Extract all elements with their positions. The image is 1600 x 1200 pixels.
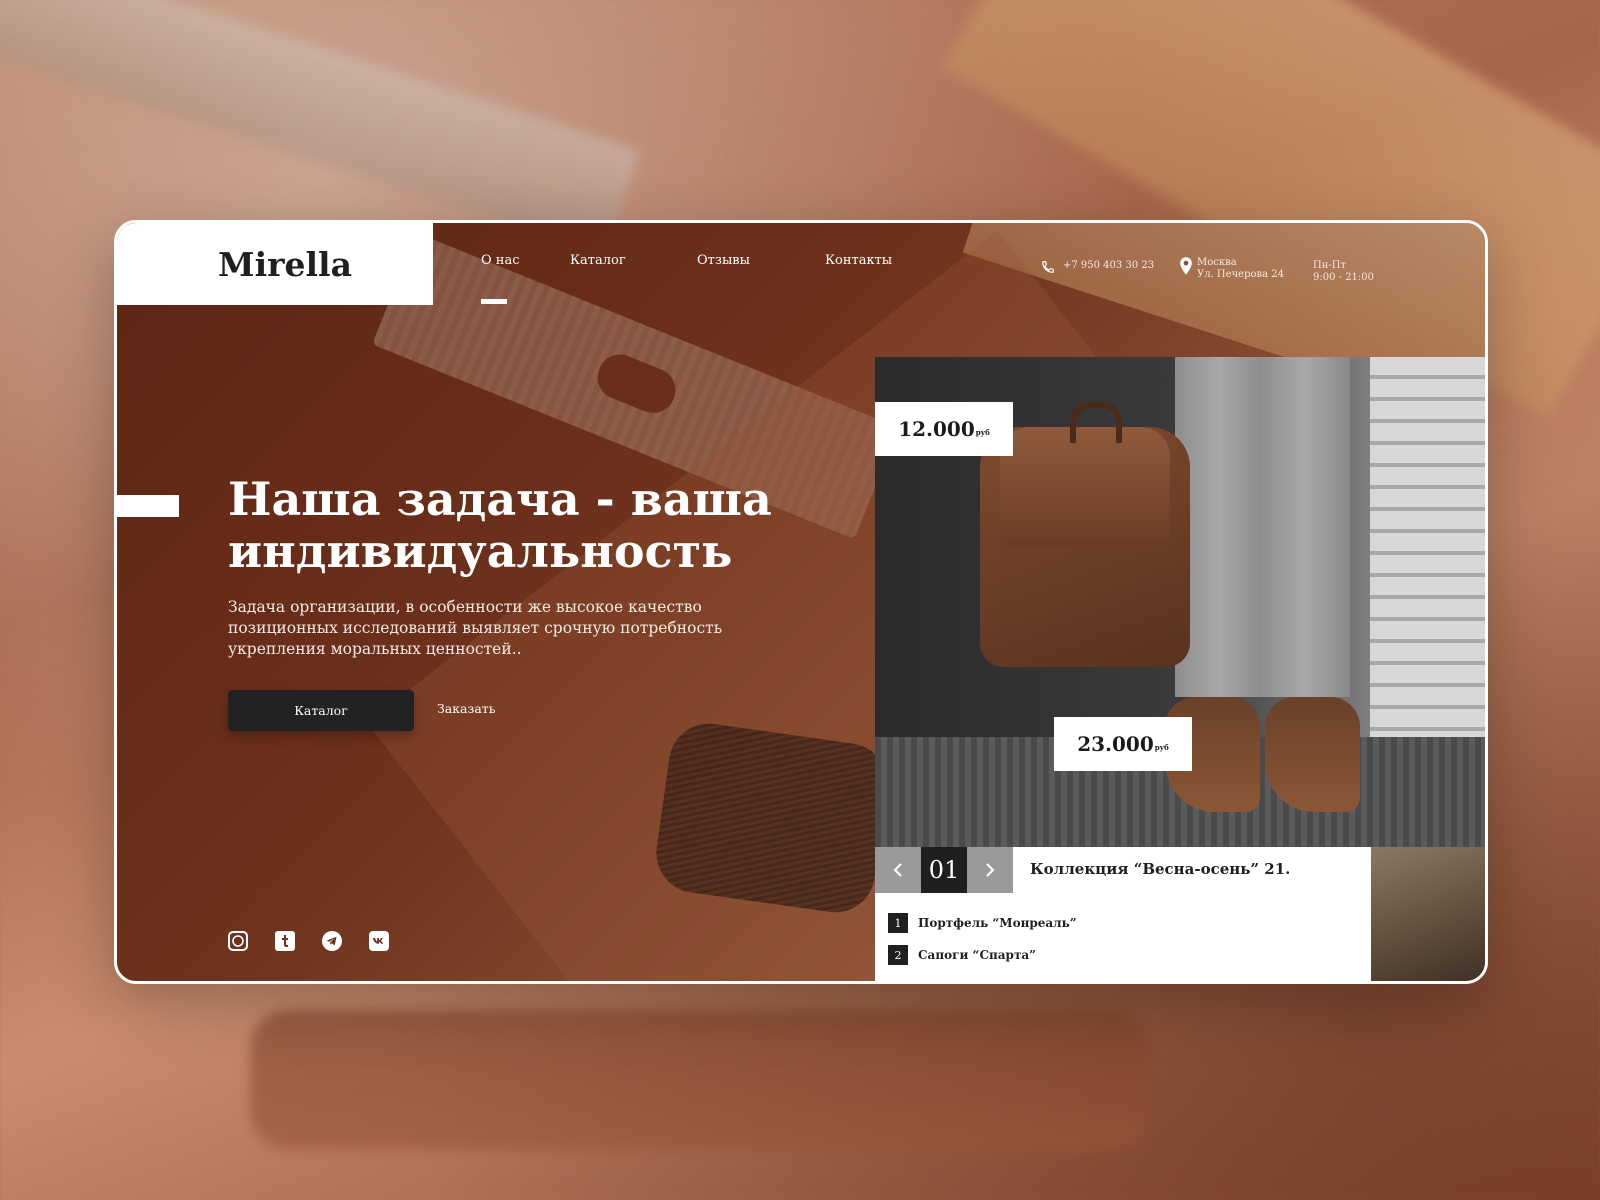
- chevron-left-icon: [893, 863, 902, 877]
- contact-address: Москва Ул. Печерова 24: [1179, 257, 1284, 281]
- contact-hours: Пн-Пт 9:00 - 21:00: [1313, 260, 1374, 284]
- prev-slide-button[interactable]: [875, 847, 921, 893]
- address-city: Москва: [1197, 257, 1237, 268]
- landing-page-frame: Mirella О нас Каталог Отзывы Контакты +7…: [114, 220, 1488, 984]
- logo[interactable]: Mirella: [218, 245, 352, 284]
- thread-spool-decoration: [651, 718, 893, 918]
- list-item-number: 2: [888, 945, 908, 965]
- telegram-icon[interactable]: [322, 931, 342, 951]
- price-tag-boots: 23.000 руб: [1054, 717, 1192, 771]
- list-item[interactable]: 2 Сапоги “Спарта”: [888, 945, 1036, 965]
- nav-item-reviews[interactable]: Отзывы: [697, 253, 750, 268]
- background-leather-bottom: [250, 1010, 1150, 1150]
- headline-line-1: Наша задача - ваша: [228, 472, 772, 526]
- background-ruler: [0, 0, 640, 256]
- list-item-label: Сапоги “Спарта”: [918, 948, 1037, 962]
- side-accent-bar: [117, 495, 179, 517]
- product-panel: 12.000 руб 23.000 руб 01 Коллекция “Весна-…: [875, 357, 1485, 981]
- hours-days: Пн-Пт: [1313, 260, 1347, 271]
- collection-info-box-left: [875, 893, 967, 981]
- location-pin-icon: [1180, 257, 1192, 275]
- contact-phone[interactable]: +7 950 403 30 23: [1041, 260, 1155, 273]
- vk-icon[interactable]: [369, 931, 389, 951]
- nav-item-catalog[interactable]: Каталог: [570, 253, 626, 268]
- headline-line-2: индивидуальность: [228, 524, 733, 578]
- chevron-right-icon: [986, 863, 995, 877]
- nav-active-indicator: [481, 299, 507, 304]
- order-button[interactable]: Заказать: [437, 701, 496, 716]
- whatsapp-icon[interactable]: [228, 931, 248, 951]
- next-slide-button[interactable]: [967, 847, 1013, 893]
- collection-title: Коллекция “Весна-осень” 21.: [1030, 860, 1291, 878]
- hero-subtext: Задача организации, в особенности же выс…: [228, 598, 723, 658]
- price-amount: 12.000: [898, 417, 975, 441]
- list-item-label: Портфель “Монреаль”: [918, 916, 1077, 930]
- hours-time: 9:00 - 21:00: [1313, 272, 1375, 283]
- price-tag-backpack: 12.000 руб: [875, 402, 1013, 456]
- address-street: Ул. Печерова 24: [1197, 269, 1285, 280]
- hero-headline: Наша задача - ваша индивидуальность: [228, 473, 848, 577]
- nav-item-about[interactable]: О нас: [481, 253, 520, 268]
- price-amount: 23.000: [1077, 732, 1154, 756]
- nav-item-contacts[interactable]: Контакты: [825, 253, 892, 268]
- list-item[interactable]: 1 Портфель “Монреаль”: [888, 913, 1077, 933]
- phone-number: +7 950 403 30 23: [1063, 260, 1155, 271]
- price-unit: руб: [975, 427, 990, 437]
- corner-leather-photo: [1371, 847, 1485, 981]
- slide-number: 01: [921, 847, 967, 893]
- tumblr-icon[interactable]: [275, 931, 295, 951]
- list-item-number: 1: [888, 913, 908, 933]
- catalog-button[interactable]: Каталог: [228, 690, 414, 731]
- phone-icon: [1042, 261, 1054, 273]
- price-unit: руб: [1154, 742, 1169, 752]
- logo-box: Mirella: [117, 223, 433, 305]
